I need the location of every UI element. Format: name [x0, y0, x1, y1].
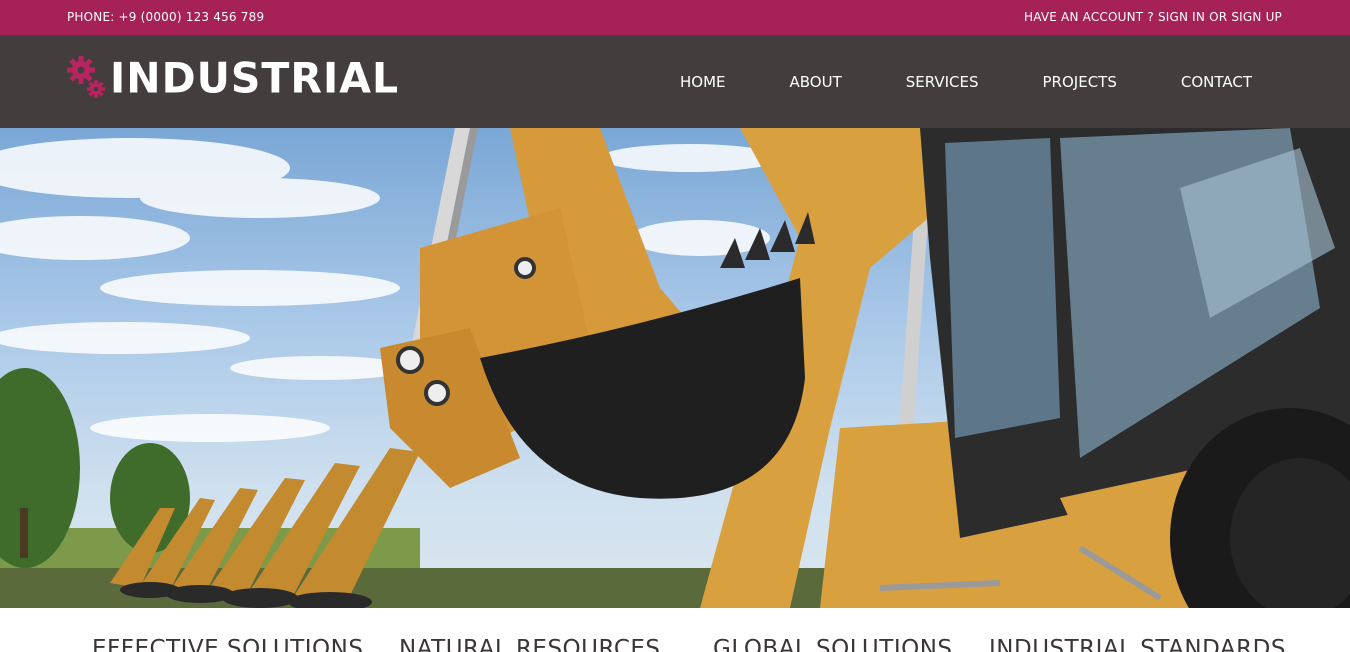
- nav-about[interactable]: ABOUT: [790, 73, 842, 91]
- account-prompt: HAVE AN ACCOUNT ?: [1023, 10, 1158, 24]
- main-nav: HOME ABOUT SERVICES PROJECTS CONTACT: [680, 35, 1252, 128]
- site-header: INDUSTRIAL HOME ABOUT SERVICES PROJECTS …: [0, 35, 1350, 128]
- nav-projects[interactable]: PROJECTS: [1043, 73, 1117, 91]
- features-strip: EFFECTIVE SOLUTIONS NATURAL RESOURCES GL…: [0, 608, 1350, 652]
- sign-up-link[interactable]: SIGN UP: [1231, 10, 1282, 24]
- logo[interactable]: INDUSTRIAL: [66, 53, 399, 103]
- feature-global-solutions: GLOBAL SOLUTIONS: [713, 636, 953, 652]
- backhoe-illustration: [0, 128, 1350, 608]
- gears-icon: [66, 55, 106, 101]
- feature-natural-resources: NATURAL RESOURCES: [399, 636, 661, 652]
- feature-industrial-standards: INDUSTRIAL STANDARDS: [989, 636, 1286, 652]
- hero-image: [0, 128, 1350, 608]
- logo-text: INDUSTRIAL: [110, 53, 400, 103]
- nav-contact[interactable]: CONTACT: [1181, 73, 1252, 91]
- feature-effective-solutions: EFFECTIVE SOLUTIONS: [92, 636, 364, 652]
- account-links: HAVE AN ACCOUNT ? SIGN IN OR SIGN UP: [1024, 0, 1282, 34]
- sign-in-link[interactable]: SIGN IN: [1158, 10, 1205, 24]
- or-text: OR: [1205, 10, 1232, 24]
- top-bar: PHONE: +9 (0000) 123 456 789 HAVE AN ACC…: [0, 0, 1350, 35]
- phone-number: PHONE: +9 (0000) 123 456 789: [67, 10, 265, 24]
- nav-home[interactable]: HOME: [680, 73, 726, 91]
- nav-services[interactable]: SERVICES: [906, 73, 979, 91]
